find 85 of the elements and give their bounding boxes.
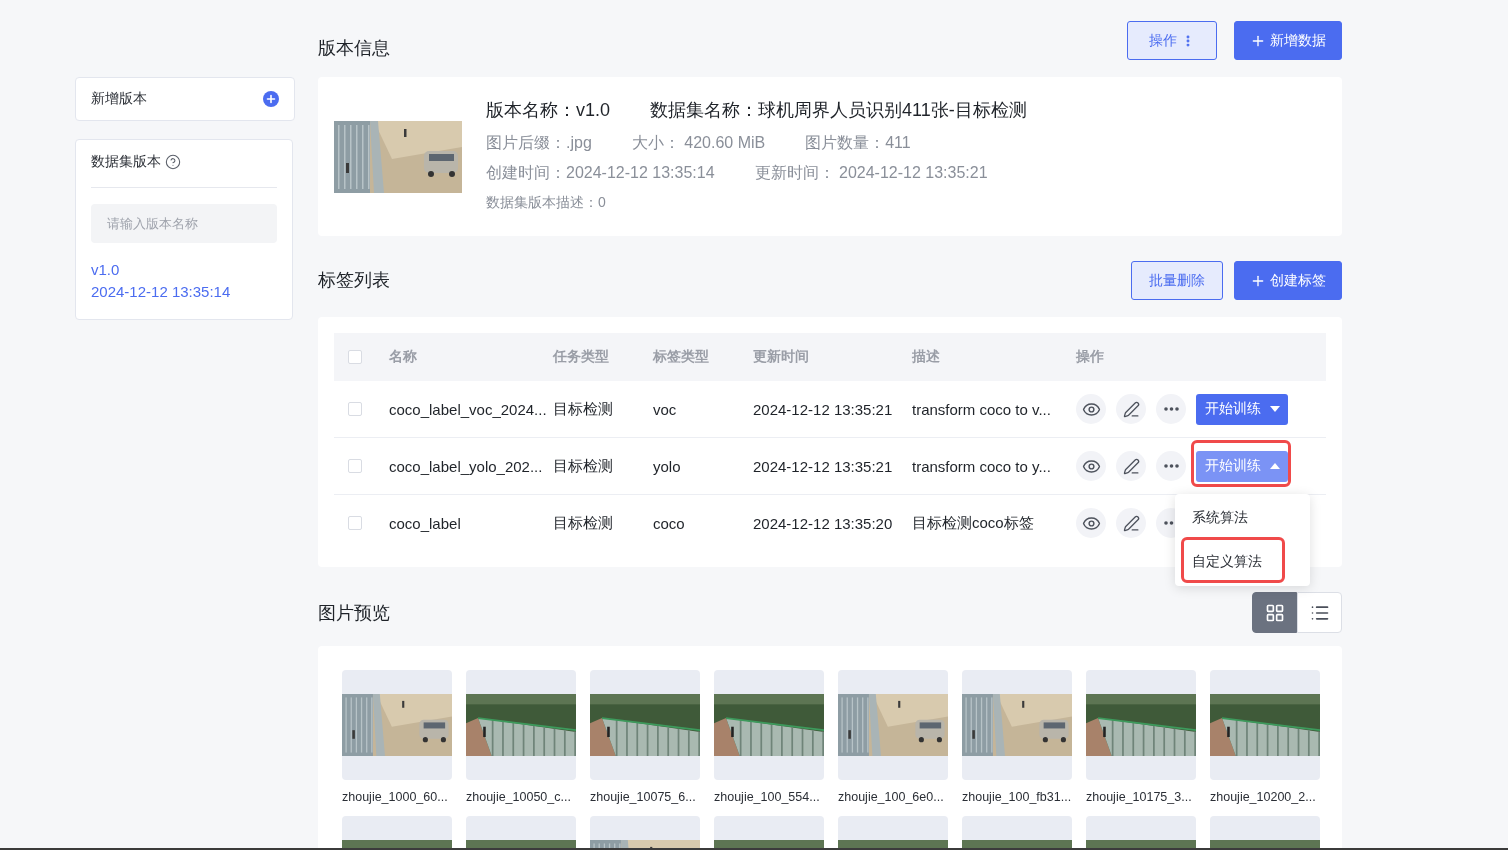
table-cell-text: 目标检测coco标签 [912, 513, 1035, 533]
image-caption: zhoujie_100_554... [714, 789, 821, 806]
table-cell-text: 目标检测 [553, 456, 614, 476]
section-title: 图片预览 [318, 601, 390, 625]
image-tile[interactable] [590, 670, 700, 780]
image-caption: zhoujie_10075_6... [590, 789, 697, 806]
train-dropdown-button[interactable]: 开始训练 [1196, 393, 1288, 425]
table-cell-text: coco_label_voc_2024... [389, 400, 548, 418]
table-cell-text: 目标检测 [553, 513, 614, 533]
checkbox[interactable] [348, 350, 362, 364]
edit-button[interactable] [1116, 451, 1146, 481]
pen-icon [1122, 457, 1140, 475]
more-button[interactable] [1156, 451, 1186, 481]
panel-title: 数据集版本 [91, 153, 161, 171]
section-title: 标签列表 [318, 269, 390, 292]
search-field[interactable]: 请输入版本名称 [91, 204, 277, 243]
image-tile[interactable] [838, 670, 948, 780]
menu-item[interactable]: 系统算法 [1175, 495, 1310, 540]
info-text: 数据集版本描述：0 [486, 194, 606, 212]
menu-item[interactable]: 自定义算法 [1175, 539, 1310, 584]
caret-icon [1269, 463, 1280, 469]
image-tile[interactable] [962, 670, 1072, 780]
checkbox[interactable] [348, 402, 362, 416]
info-text: 图片后缀：.jpg [486, 132, 592, 153]
add-button[interactable]: 新增数据 [1234, 21, 1342, 60]
table-cell-text: 2024-12-12 13:35:20 [753, 514, 894, 532]
view-button[interactable] [1076, 508, 1106, 538]
more-button[interactable] [1156, 394, 1186, 424]
batch-delete-button[interactable]: 批量删除 [1131, 261, 1223, 300]
add-version-button[interactable]: 新增版本 [75, 77, 295, 121]
add-button[interactable]: 创建标签 [1234, 261, 1342, 300]
column-header: 标签类型 [653, 348, 710, 366]
info-text: 创建时间：2024-12-12 13:35:14 [486, 162, 715, 183]
grid-icon [1264, 602, 1285, 623]
image-caption: zhoujie_10175_3... [1086, 789, 1193, 806]
actions-menu-button[interactable]: 操作 [1127, 21, 1217, 60]
more-icon [1163, 464, 1179, 468]
checkbox[interactable] [348, 516, 362, 530]
image-tile[interactable] [1086, 670, 1196, 780]
info-text: 图片数量：411 [805, 132, 911, 153]
list-view-button[interactable] [1297, 592, 1342, 633]
table-cell-text: transform coco to y... [912, 457, 1052, 475]
image-caption: zhoujie_100_6e0... [838, 789, 945, 806]
table-cell-text: voc [653, 400, 678, 418]
column-header: 任务类型 [553, 348, 610, 366]
version-name[interactable]: v1.0 [91, 259, 277, 281]
image-caption: zhoujie_10050_c... [466, 789, 572, 806]
image-tile[interactable] [1210, 670, 1320, 780]
caret-icon [1269, 406, 1280, 412]
image-tile[interactable] [342, 670, 452, 780]
image-tile[interactable] [466, 670, 576, 780]
pen-icon [1122, 514, 1140, 532]
train-dropdown-button[interactable]: 开始训练 [1196, 450, 1288, 482]
help-icon [165, 154, 181, 170]
column-header: 操作 [1076, 348, 1105, 366]
info-text: 更新时间： 2024-12-12 13:35:21 [754, 162, 988, 183]
edit-button[interactable] [1116, 394, 1146, 424]
table-cell-text: transform coco to v... [912, 400, 1052, 418]
more-icon [1163, 407, 1179, 411]
image-caption: zhoujie_10200_2... [1210, 789, 1317, 806]
checkbox[interactable] [348, 459, 362, 473]
section-title: 版本信息 [318, 37, 390, 60]
view-button[interactable] [1076, 394, 1106, 424]
table-cell-text: 2024-12-12 13:35:21 [753, 400, 894, 418]
column-header: 描述 [912, 348, 941, 366]
info-text: 数据集名称：球机周界人员识别411张-目标检测 [650, 99, 1027, 122]
info-text: 版本名称：v1.0 [486, 99, 611, 122]
edit-button[interactable] [1116, 508, 1146, 538]
table-cell-text: yolo [653, 457, 682, 475]
image-caption: zhoujie_100_fb31... [962, 789, 1072, 806]
pen-icon [1122, 400, 1140, 418]
table-cell-text: 目标检测 [553, 399, 614, 419]
table-cell-text: coco_label [389, 514, 462, 532]
column-header: 名称 [389, 348, 418, 366]
plus-circle-icon [263, 91, 279, 107]
column-header: 更新时间 [753, 348, 810, 366]
image-caption: zhoujie_1000_60... [342, 789, 449, 806]
info-text: 大小： 420.60 MiB [631, 132, 766, 153]
view-button[interactable] [1076, 451, 1106, 481]
image-tile[interactable] [714, 670, 824, 780]
grid-view-button[interactable] [1252, 592, 1297, 633]
table-cell-text: coco_label_yolo_202... [389, 457, 544, 475]
table-cell-text: 2024-12-12 13:35:21 [753, 457, 894, 475]
version-time: 2024-12-12 13:35:14 [91, 282, 232, 302]
table-cell-text: coco [653, 514, 686, 532]
